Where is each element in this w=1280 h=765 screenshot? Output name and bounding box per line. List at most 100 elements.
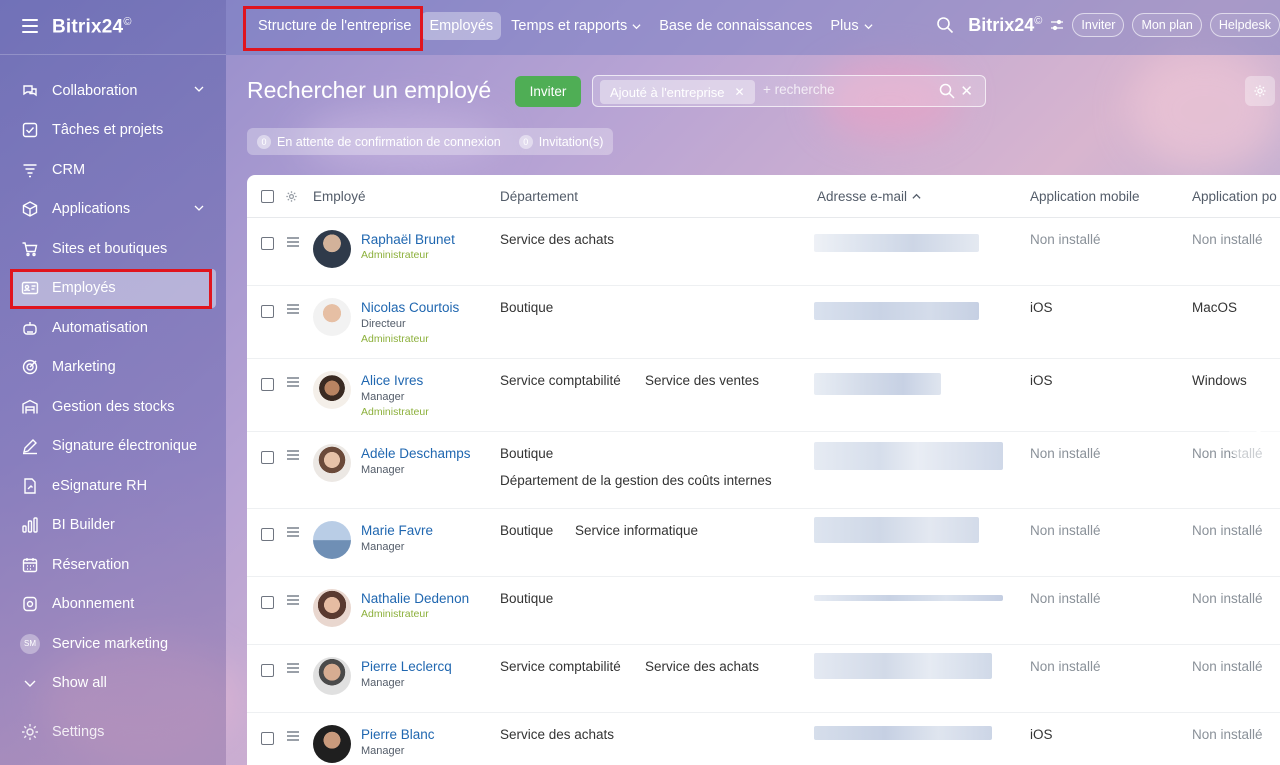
sidebar-item-sites[interactable]: Sites et boutiques [10,229,216,269]
sidebar-item-crm[interactable]: CRM [10,150,216,190]
department-tag[interactable]: Service des achats [500,232,614,247]
employee-name-link[interactable]: Adèle Deschamps [361,446,471,461]
filter-search-box[interactable]: Ajouté à l'entreprise ✕ ✕ [592,75,986,107]
table-row[interactable]: Nathalie Dedenon Administrateur Boutique… [247,577,1280,645]
drag-handle-icon[interactable] [287,731,299,741]
drag-handle-icon[interactable] [287,377,299,387]
avatar[interactable] [313,371,351,409]
sidebar-item-subscription[interactable]: Abonnement [10,585,216,625]
avatar[interactable] [313,444,351,482]
department-tag[interactable]: Boutique [500,300,553,315]
sidebar-item-employees[interactable]: Employés [10,268,216,308]
department-tag[interactable]: Service des achats [645,659,759,674]
department-tag[interactable]: Service comptabilité [500,373,621,388]
column-header-email[interactable]: Adresse e-mail [817,189,921,204]
department-tag[interactable]: Boutique [500,446,553,461]
employee-name-link[interactable]: Raphaël Brunet [361,232,455,247]
table-row[interactable]: Raphaël Brunet Administrateur Service de… [247,218,1280,286]
hamburger-menu-icon[interactable] [22,19,38,33]
sidebar-item-service-marketing[interactable]: SM Service marketing [10,624,216,664]
bitrix-logo[interactable]: Bitrix24© [968,15,1042,36]
tab-time-reports[interactable]: Temps et rapports [503,12,649,40]
sidebar-item-tasks[interactable]: Tâches et projets [10,111,216,151]
invite-pill-button[interactable]: Inviter [1072,13,1125,37]
employee-name-link[interactable]: Marie Favre [361,523,433,538]
table-row[interactable]: Pierre Blanc Manager Service des achats … [247,713,1280,765]
chevron-down-icon[interactable] [194,84,204,94]
department-tag[interactable]: Département de la gestion des coûts inte… [500,473,772,488]
sidebar-item-inventory[interactable]: Gestion des stocks [10,387,216,427]
employee-name-link[interactable]: Pierre Blanc [361,727,435,742]
column-header-employee[interactable]: Employé [313,189,366,204]
helpdesk-button[interactable]: Helpdesk [1209,13,1280,37]
counter-invitations[interactable]: 0 Invitation(s) [518,134,603,149]
logo[interactable]: Bitrix24© [52,16,132,38]
tab-knowledge-base[interactable]: Base de connaissances [651,12,820,40]
select-all-checkbox[interactable] [261,190,274,203]
drag-handle-icon[interactable] [287,595,299,605]
department-tag[interactable]: Service informatique [575,523,698,538]
table-row[interactable]: Adèle Deschamps Manager Boutique Départe… [247,432,1280,509]
employee-name-link[interactable]: Alice Ivres [361,373,423,388]
department-tag[interactable]: Boutique [500,591,553,606]
table-row[interactable]: Marie Favre Manager Boutique Service inf… [247,509,1280,577]
column-header-mobile-app[interactable]: Application mobile [1030,189,1140,204]
sidebar-item-bi-builder[interactable]: BI Builder [10,506,216,546]
sidebar-item-marketing[interactable]: Marketing [10,348,216,388]
employee-name-link[interactable]: Nathalie Dedenon [361,591,469,606]
department-tag[interactable]: Service des ventes [645,373,759,388]
table-row[interactable]: Pierre Leclercq Manager Service comptabi… [247,645,1280,713]
row-checkbox[interactable] [261,596,274,609]
search-input[interactable] [763,82,923,97]
row-checkbox[interactable] [261,237,274,250]
avatar[interactable] [313,589,351,627]
avatar[interactable] [313,298,351,336]
table-row[interactable]: Nicolas Courtois Directeur Administrateu… [247,286,1280,359]
settings-sliders-icon[interactable] [1050,18,1064,32]
my-plan-button[interactable]: Mon plan [1132,13,1202,37]
department-tag[interactable]: Service comptabilité [500,659,621,674]
drag-handle-icon[interactable] [287,527,299,537]
avatar[interactable] [313,521,351,559]
search-icon[interactable] [939,83,955,99]
column-header-desktop-app[interactable]: Application po [1192,189,1277,204]
drag-handle-icon[interactable] [287,450,299,460]
tab-employees[interactable]: Employés [421,12,502,40]
filter-tag[interactable]: Ajouté à l'entreprise ✕ [600,80,755,104]
search-icon[interactable] [936,16,954,34]
sidebar-item-automation[interactable]: Automatisation [10,308,216,348]
row-checkbox[interactable] [261,732,274,745]
row-checkbox[interactable] [261,451,274,464]
settings-link[interactable]: Settings [20,722,104,742]
avatar[interactable] [313,230,351,268]
drag-handle-icon[interactable] [287,663,299,673]
sidebar-item-applications[interactable]: Applications [10,190,216,230]
avatar[interactable] [313,657,351,695]
table-row[interactable]: Alice Ivres Manager Administrateur Servi… [247,359,1280,432]
row-checkbox[interactable] [261,528,274,541]
row-checkbox[interactable] [261,305,274,318]
sidebar-item-esignature-hr[interactable]: eSignature RH [10,466,216,506]
department-tag[interactable]: Boutique [500,523,553,538]
grid-settings-button[interactable] [1245,76,1275,106]
employee-name-link[interactable]: Nicolas Courtois [361,300,459,315]
drag-handle-icon[interactable] [287,304,299,314]
chevron-down-icon[interactable] [194,203,204,213]
gear-icon[interactable] [285,190,298,203]
drag-handle-icon[interactable] [287,237,299,247]
close-icon[interactable]: ✕ [735,85,745,99]
sidebar-item-esignature[interactable]: Signature électronique [10,427,216,467]
sidebar-item-show-all[interactable]: Show all [10,664,216,704]
sidebar-item-booking[interactable]: Réservation [10,545,216,585]
clear-search-icon[interactable]: ✕ [960,82,973,100]
tab-company-structure[interactable]: Structure de l'entreprise [250,12,419,40]
sidebar-item-collaboration[interactable]: Collaboration [10,71,216,111]
column-header-department[interactable]: Département [500,189,578,204]
row-checkbox[interactable] [261,664,274,677]
counter-pending-confirmation[interactable]: 0 En attente de confirmation de connexion [257,134,501,149]
invite-button[interactable]: Inviter [515,76,581,107]
department-tag[interactable]: Service des achats [500,727,614,742]
row-checkbox[interactable] [261,378,274,391]
avatar[interactable] [313,725,351,763]
employee-name-link[interactable]: Pierre Leclercq [361,659,452,674]
